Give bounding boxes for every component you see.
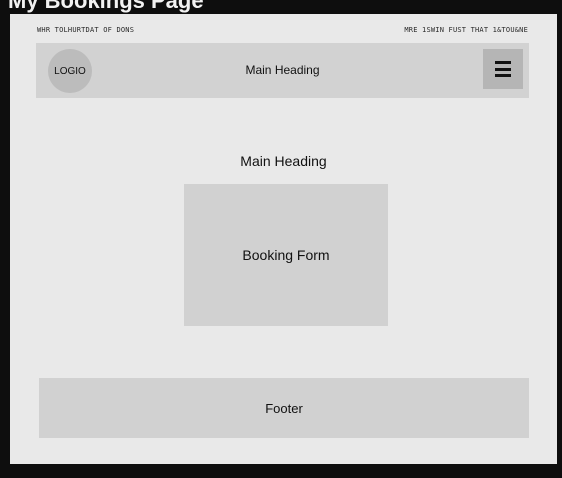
top-right-caption: MRE 1SWIN FUST THAT 1&TOU&NE xyxy=(404,26,528,34)
header-title: Main Heading xyxy=(245,63,320,77)
menu-button[interactable] xyxy=(483,49,523,89)
top-left-caption: WHR TOLHURTDAT OF DONS xyxy=(37,26,135,34)
site-header: LOGIO Main Heading xyxy=(36,43,529,98)
page-title: My Bookings Page xyxy=(8,0,204,13)
wireframe-canvas: WHR TOLHURTDAT OF DONS MRE 1SWIN FUST TH… xyxy=(10,14,557,464)
hamburger-menu-icon xyxy=(495,61,511,77)
main-heading: Main Heading xyxy=(240,153,327,169)
booking-form[interactable]: Booking Form xyxy=(184,184,388,326)
footer: Footer xyxy=(39,378,529,438)
